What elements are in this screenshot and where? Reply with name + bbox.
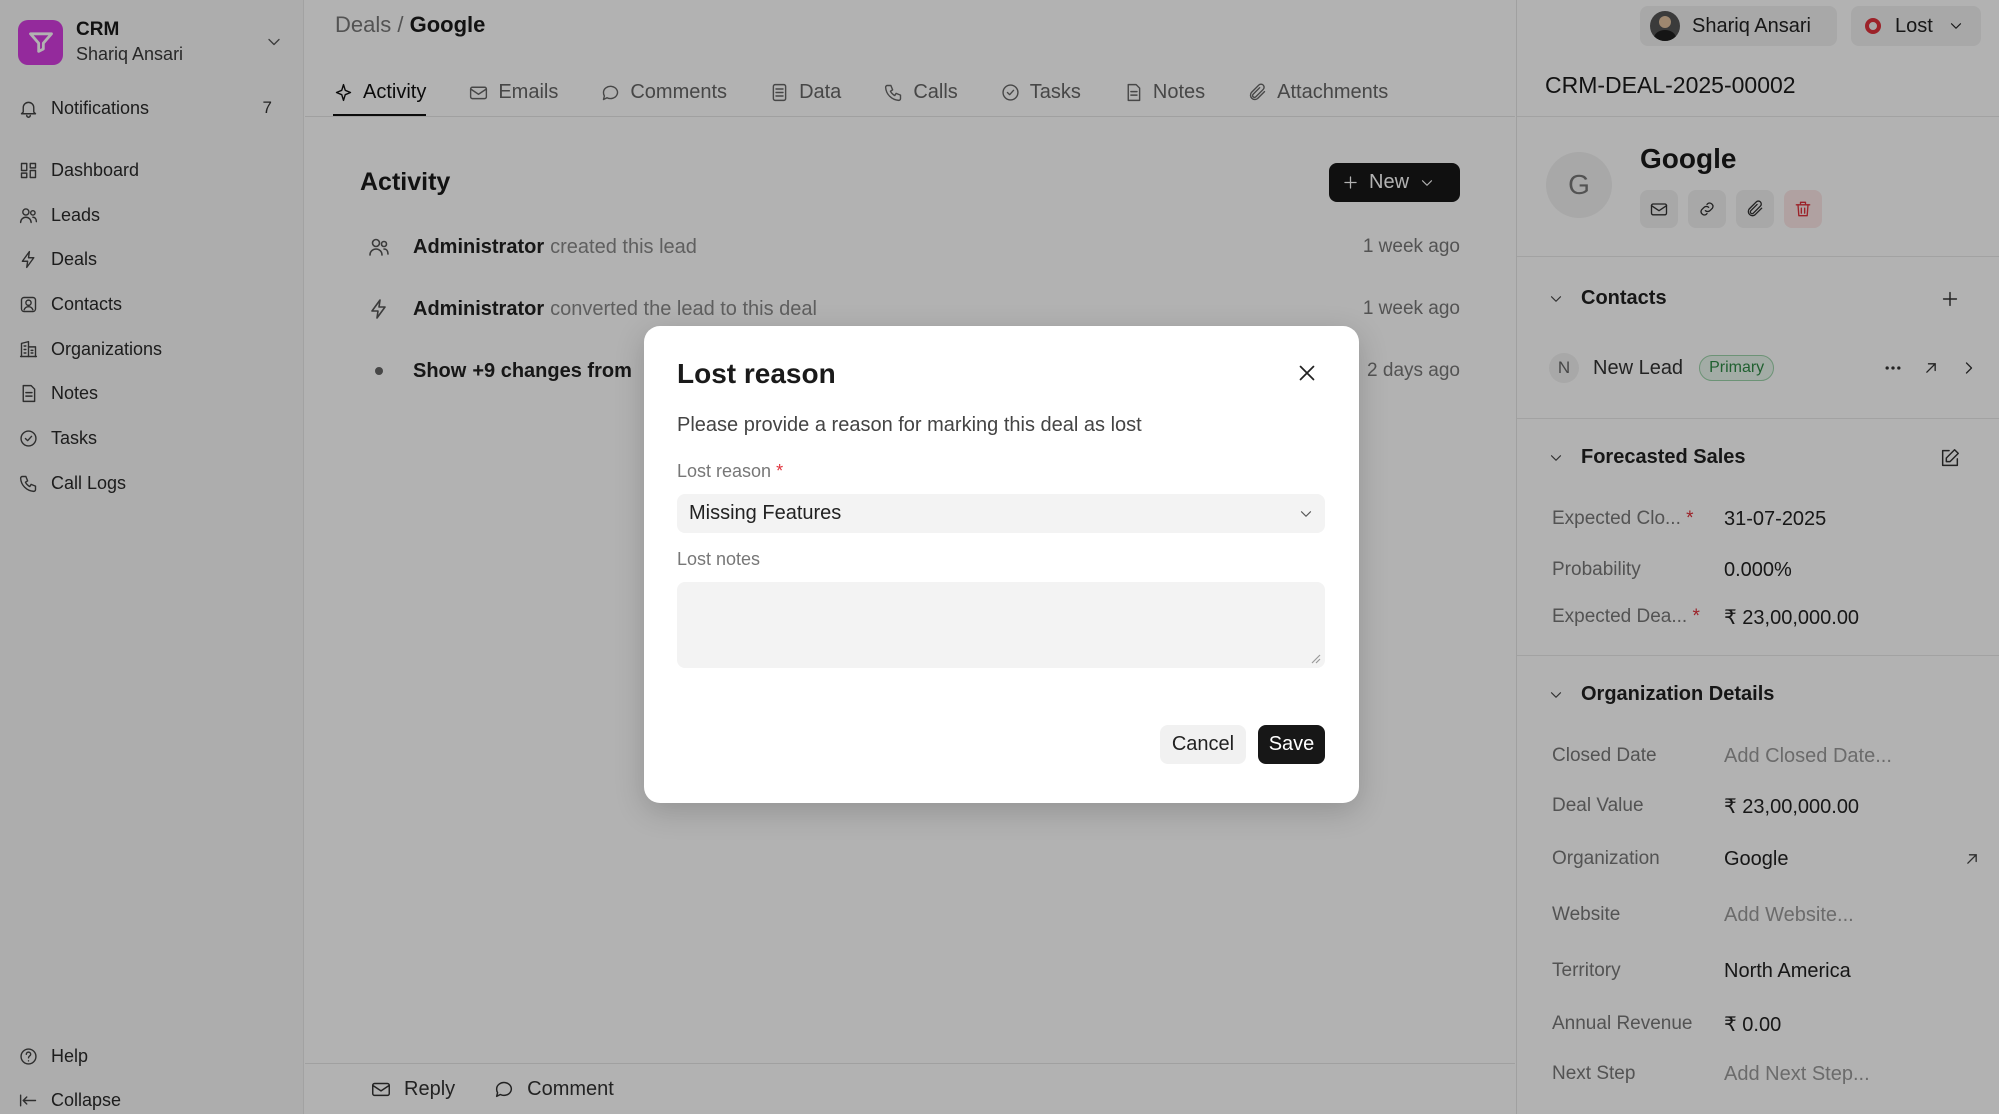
lost-reason-dialog: Lost reason Please provide a reason for …	[644, 326, 1359, 803]
lost-reason-select[interactable]: Missing Features	[677, 494, 1325, 533]
close-icon[interactable]	[1294, 360, 1320, 386]
dialog-description: Please provide a reason for marking this…	[677, 414, 1142, 436]
cancel-button[interactable]: Cancel	[1160, 725, 1246, 764]
lost-reason-label: Lost reason *	[677, 461, 784, 481]
lost-notes-label: Lost notes	[677, 549, 761, 569]
save-button[interactable]: Save	[1258, 725, 1325, 764]
selected-reason: Missing Features	[689, 502, 842, 524]
dialog-title: Lost reason	[677, 358, 836, 389]
resize-grip-icon[interactable]	[1309, 652, 1321, 664]
lost-notes-textarea[interactable]	[677, 582, 1325, 668]
chevron-down-icon	[1297, 505, 1315, 523]
